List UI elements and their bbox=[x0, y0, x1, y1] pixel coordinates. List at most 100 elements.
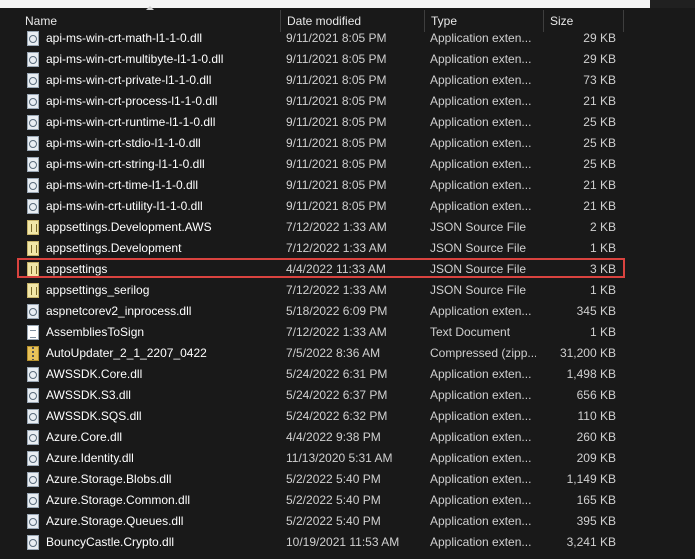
dll-file-icon bbox=[27, 514, 39, 529]
file-row[interactable]: Azure.Identity.dll 11/13/2020 5:31 AM Appl… bbox=[0, 448, 695, 469]
file-row[interactable]: api-ms-win-crt-private-l1-1-0.dll 9/11/20… bbox=[0, 70, 695, 91]
file-type: JSON Source File bbox=[430, 241, 527, 255]
file-size: 73 KB bbox=[583, 73, 616, 87]
file-name: AssembliesToSign bbox=[46, 325, 145, 339]
file-row[interactable]: AWSSDK.Core.dll 5/24/2022 6:31 PM Applicat… bbox=[0, 364, 695, 385]
file-date-modified: 9/11/2021 8:05 PM bbox=[286, 136, 387, 150]
file-row[interactable]: api-ms-win-crt-utility-l1-1-0.dll 9/11/20… bbox=[0, 196, 695, 217]
file-type: JSON Source File bbox=[430, 220, 527, 234]
zip-folder-icon bbox=[27, 346, 39, 361]
file-icon-cell bbox=[27, 343, 43, 364]
file-name: api-ms-win-crt-time-l1-1-0.dll bbox=[46, 178, 199, 192]
file-size: 25 KB bbox=[583, 115, 616, 129]
file-date-modified: 5/18/2022 6:09 PM bbox=[286, 304, 388, 318]
file-row[interactable]: Azure.Storage.Common.dll 5/2/2022 5:40 PM… bbox=[0, 490, 695, 511]
file-row[interactable]: api-ms-win-crt-stdio-l1-1-0.dll 9/11/2021… bbox=[0, 133, 695, 154]
file-type: Application exten... bbox=[430, 157, 532, 171]
file-name: Azure.Core.dll bbox=[46, 430, 123, 444]
file-name: AutoUpdater_2_1_2207_0422 bbox=[46, 346, 207, 360]
file-icon-cell bbox=[27, 91, 43, 112]
file-type: Application exten... bbox=[430, 388, 532, 402]
file-type: Text Document bbox=[430, 325, 511, 339]
file-row[interactable]: BouncyCastle.Crypto.dll 10/19/2021 11:53 … bbox=[0, 532, 695, 553]
file-icon-cell bbox=[27, 175, 43, 196]
file-row[interactable]: appsettings.Development.AWS 7/12/2022 1:3… bbox=[0, 217, 695, 238]
file-name: Azure.Storage.Queues.dll bbox=[46, 514, 184, 528]
file-row[interactable]: Azure.Storage.Blobs.dll 5/2/2022 5:40 PM A… bbox=[0, 469, 695, 490]
file-date-modified: 5/24/2022 6:37 PM bbox=[286, 388, 388, 402]
file-icon-cell bbox=[27, 511, 43, 532]
file-row[interactable]: Azure.Core.dll 4/4/2022 9:38 PM Applicatio… bbox=[0, 427, 695, 448]
dll-file-icon bbox=[27, 451, 39, 466]
file-date-modified: 7/12/2022 1:33 AM bbox=[286, 220, 387, 234]
file-icon-cell bbox=[27, 49, 43, 70]
dll-file-icon bbox=[27, 535, 39, 550]
json-file-icon bbox=[27, 241, 39, 256]
file-date-modified: 10/19/2021 11:53 AM bbox=[286, 535, 400, 549]
dll-file-icon bbox=[27, 157, 39, 172]
file-size: 31,200 KB bbox=[559, 346, 616, 360]
file-row[interactable]: AWSSDK.S3.dll 5/24/2022 6:37 PM Applicatio… bbox=[0, 385, 695, 406]
file-row[interactable]: AssembliesToSign 7/12/2022 1:33 AM Text Do… bbox=[0, 322, 695, 343]
file-name: api-ms-win-crt-process-l1-1-0.dll bbox=[46, 94, 218, 108]
file-name: api-ms-win-crt-runtime-l1-1-0.dll bbox=[46, 115, 216, 129]
file-row[interactable]: api-ms-win-crt-process-l1-1-0.dll 9/11/20… bbox=[0, 91, 695, 112]
file-type: Application exten... bbox=[430, 430, 532, 444]
file-row[interactable]: Azure.Storage.Queues.dll 5/2/2022 5:40 PM… bbox=[0, 511, 695, 532]
file-icon-cell bbox=[27, 532, 43, 553]
file-name: appsettings.Development.AWS bbox=[46, 220, 212, 234]
file-row[interactable]: api-ms-win-crt-string-l1-1-0.dll 9/11/202… bbox=[0, 154, 695, 175]
file-name: api-ms-win-crt-string-l1-1-0.dll bbox=[46, 157, 205, 171]
file-row[interactable]: aspnetcorev2_inprocess.dll 5/18/2022 6:09… bbox=[0, 301, 695, 322]
file-name: appsettings bbox=[46, 262, 108, 276]
file-name: api-ms-win-crt-math-l1-1-0.dll bbox=[46, 31, 203, 45]
file-row-highlighted[interactable]: appsettings 4/4/2022 11:33 AM JSON Source … bbox=[0, 259, 695, 280]
file-type: Application exten... bbox=[430, 451, 532, 465]
file-size: 209 KB bbox=[576, 451, 616, 465]
file-size: 1,498 KB bbox=[566, 367, 616, 381]
file-date-modified: 9/11/2021 8:05 PM bbox=[286, 31, 387, 45]
file-date-modified: 9/11/2021 8:05 PM bbox=[286, 94, 387, 108]
top-strip-light bbox=[0, 0, 650, 8]
file-icon-cell bbox=[27, 28, 43, 49]
file-size: 1,149 KB bbox=[566, 472, 616, 486]
file-row[interactable]: api-ms-win-crt-math-l1-1-0.dll 9/11/2021 … bbox=[0, 28, 695, 49]
file-size: 345 KB bbox=[576, 304, 616, 318]
file-type: Application exten... bbox=[430, 514, 532, 528]
dll-file-icon bbox=[27, 304, 39, 319]
file-icon-cell bbox=[27, 301, 43, 322]
file-size: 1 KB bbox=[589, 283, 616, 297]
file-icon-cell bbox=[27, 238, 43, 259]
file-icon-cell bbox=[27, 70, 43, 91]
dll-file-icon bbox=[27, 73, 39, 88]
file-row[interactable]: appsettings_serilog 7/12/2022 1:33 AM JSON… bbox=[0, 280, 695, 301]
file-size: 3 KB bbox=[589, 262, 616, 276]
file-type: JSON Source File bbox=[430, 283, 527, 297]
file-name: AWSSDK.SQS.dll bbox=[46, 409, 142, 423]
file-row[interactable]: api-ms-win-crt-multibyte-l1-1-0.dll 9/11/… bbox=[0, 49, 695, 70]
dll-file-icon bbox=[27, 178, 39, 193]
file-list: api-ms-win-crt-math-l1-1-0.dll 9/11/2021 … bbox=[0, 28, 695, 559]
file-row[interactable]: AutoUpdater_2_1_2207_0422 7/5/2022 8:36 A… bbox=[0, 343, 695, 364]
dll-file-icon bbox=[27, 409, 39, 424]
file-icon-cell bbox=[27, 259, 43, 280]
file-size: 110 KB bbox=[577, 409, 616, 423]
file-size: 260 KB bbox=[576, 430, 616, 444]
file-name: Azure.Identity.dll bbox=[46, 451, 134, 465]
file-row[interactable]: appsettings.Development 7/12/2022 1:33 AM… bbox=[0, 238, 695, 259]
file-date-modified: 4/4/2022 9:38 PM bbox=[286, 430, 381, 444]
dll-file-icon bbox=[27, 493, 39, 508]
file-date-modified: 11/13/2020 5:31 AM bbox=[286, 451, 393, 465]
file-type: Application exten... bbox=[430, 94, 532, 108]
file-type: Application exten... bbox=[430, 52, 532, 66]
file-size: 21 KB bbox=[583, 94, 616, 108]
file-row[interactable]: api-ms-win-crt-runtime-l1-1-0.dll 9/11/20… bbox=[0, 112, 695, 133]
dll-file-icon bbox=[27, 430, 39, 445]
file-row[interactable]: api-ms-win-crt-time-l1-1-0.dll 9/11/2021 … bbox=[0, 175, 695, 196]
file-size: 25 KB bbox=[583, 157, 616, 171]
file-row[interactable]: AWSSDK.SQS.dll 5/24/2022 6:32 PM Applicati… bbox=[0, 406, 695, 427]
file-type: Application exten... bbox=[430, 409, 532, 423]
text-file-icon bbox=[27, 325, 39, 340]
file-icon-cell bbox=[27, 406, 43, 427]
file-name: api-ms-win-crt-multibyte-l1-1-0.dll bbox=[46, 52, 224, 66]
